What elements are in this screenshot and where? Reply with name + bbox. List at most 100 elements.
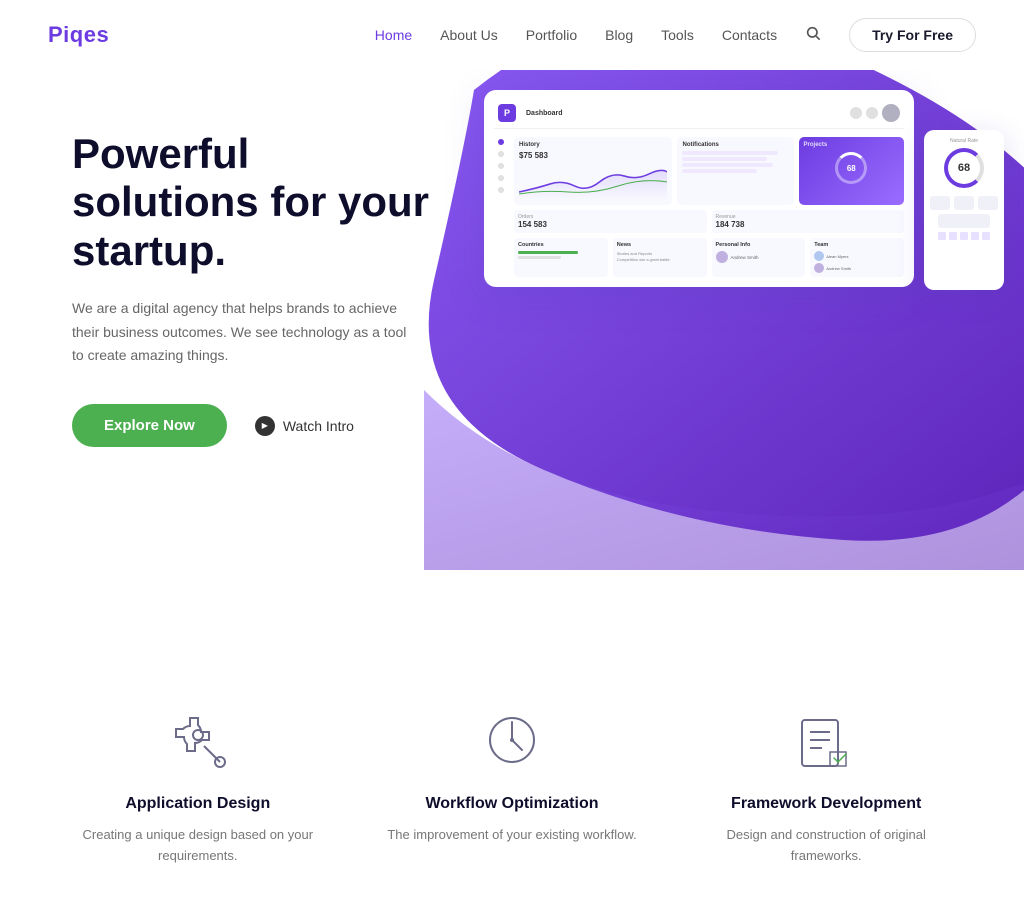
play-icon: ▶ <box>255 416 275 436</box>
dash-header: P Dashboard <box>494 100 904 129</box>
phone-gauge: 68 <box>944 148 984 188</box>
countries-label: Countries <box>518 242 604 248</box>
dashboard-title: Dashboard <box>526 110 563 117</box>
phone-mockup: Natural Rate 68 <box>924 130 1004 290</box>
feature-app-design: Application Design Creating a unique des… <box>68 705 328 867</box>
personal-card: Personal Info Andrew Smith <box>712 238 806 277</box>
sidebar-dot-1 <box>498 139 504 145</box>
stat2-val: 184 738 <box>716 220 901 229</box>
feature-workflow: Workflow Optimization The improvement of… <box>387 705 636 846</box>
notifications-card: Notifications <box>677 137 793 205</box>
team-card: Team Alean Myers Andrew Smith <box>810 238 904 277</box>
countries-card: Countries <box>514 238 608 277</box>
phone-icon-4 <box>971 232 979 240</box>
wave-divider <box>0 560 1024 645</box>
nav-portfolio[interactable]: Portfolio <box>526 27 577 43</box>
hero-subtitle: We are a digital agency that helps brand… <box>72 297 412 368</box>
hero-title: Powerful solutions for your startup. <box>72 130 440 275</box>
notif-item-1 <box>682 151 777 155</box>
bottom-cards: Countries News Stories and ReportsCompet… <box>514 238 904 277</box>
feature-title-framework: Framework Development <box>696 795 956 813</box>
history-card: History $75 583 <box>514 137 672 205</box>
stats-row: Orders 154 583 Revenue 184 738 <box>514 210 904 233</box>
dash-avatar <box>882 104 900 122</box>
laptop-mockup: P Dashboard <box>484 90 914 287</box>
sidebar-dot-5 <box>498 187 504 193</box>
sidebar-dot-2 <box>498 151 504 157</box>
main-nav: Home About Us Portfolio Blog Tools Conta… <box>375 18 976 52</box>
feature-framework: Framework Development Design and constru… <box>696 705 956 867</box>
history-amount: $75 583 <box>519 151 667 160</box>
notif-item-4 <box>682 169 756 173</box>
team-member-1: Alean Myers <box>814 251 900 261</box>
team-label: Team <box>814 242 900 248</box>
dash-logo: P <box>498 104 516 122</box>
nav-tools[interactable]: Tools <box>661 27 694 43</box>
phone-icon-3 <box>960 232 968 240</box>
notif-item-2 <box>682 157 767 161</box>
notif-list <box>682 151 788 173</box>
feature-desc-workflow: The improvement of your existing workflo… <box>387 825 636 846</box>
projects-card: Projects 68 <box>799 137 904 205</box>
stat1-val: 154 583 <box>518 220 703 229</box>
news-card: News Stories and ReportsCompetition win … <box>613 238 707 277</box>
phone-bottom-row <box>930 232 998 240</box>
sidebar-dot-4 <box>498 175 504 181</box>
nav-home[interactable]: Home <box>375 27 412 43</box>
workflow-icon <box>477 705 547 775</box>
nav-about[interactable]: About Us <box>440 27 498 43</box>
history-label: History <box>519 142 667 148</box>
notif-label: Notifications <box>682 142 788 148</box>
notif-item-3 <box>682 163 772 167</box>
hero-section: Powerful solutions for your startup. We … <box>0 70 1024 570</box>
features-section: Application Design Creating a unique des… <box>0 645 1024 907</box>
phone-box-1 <box>930 196 950 210</box>
framework-icon <box>791 705 861 775</box>
member1-name: Alean Myers <box>826 254 848 259</box>
country-bar-1 <box>518 251 578 254</box>
feature-desc-app-design: Creating a unique design based on your r… <box>68 825 328 867</box>
phone-box-3 <box>978 196 998 210</box>
dash-main: History $75 583 <box>514 137 904 277</box>
dash-icon1 <box>850 107 862 119</box>
hero-actions: Explore Now ▶ Watch Intro <box>72 404 440 447</box>
feature-desc-framework: Design and construction of original fram… <box>696 825 956 867</box>
dash-icon2 <box>866 107 878 119</box>
phone-boxes-row2 <box>930 214 998 228</box>
news-label: News <box>617 242 703 248</box>
nav-blog[interactable]: Blog <box>605 27 633 43</box>
phone-box-2 <box>954 196 974 210</box>
dash-top-row: History $75 583 <box>514 137 904 205</box>
watch-intro-button[interactable]: ▶ Watch Intro <box>255 416 354 436</box>
phone-icon-5 <box>982 232 990 240</box>
try-for-free-button[interactable]: Try For Free <box>849 18 976 52</box>
phone-icon-2 <box>949 232 957 240</box>
explore-now-button[interactable]: Explore Now <box>72 404 227 447</box>
news-content: Stories and ReportsCompetition win a gre… <box>617 251 703 263</box>
hero-content: Powerful solutions for your startup. We … <box>0 70 440 507</box>
projects-label: Projects <box>804 142 899 148</box>
country-bar-2 <box>518 256 561 259</box>
search-button[interactable] <box>805 25 821 46</box>
member2-avatar <box>814 263 824 273</box>
phone-label: Natural Rate <box>930 138 998 144</box>
history-chart <box>519 164 667 200</box>
dash-sidebar <box>494 137 508 277</box>
projects-circle: 68 <box>835 152 867 184</box>
logo-text: Piqes <box>48 22 109 47</box>
personal-label: Personal Info <box>716 242 802 248</box>
feature-title-app-design: Application Design <box>68 795 328 813</box>
nav-contacts[interactable]: Contacts <box>722 27 777 43</box>
personal-avatar <box>716 251 728 263</box>
stat-card-2: Revenue 184 738 <box>712 210 905 233</box>
dash-top-icons <box>850 104 900 122</box>
feature-title-workflow: Workflow Optimization <box>387 795 636 813</box>
phone-box-wide <box>938 214 990 228</box>
member1-avatar <box>814 251 824 261</box>
personal-info: Andrew Smith <box>716 251 802 263</box>
dash-body: History $75 583 <box>494 137 904 277</box>
personal-name: Andrew Smith <box>731 255 759 260</box>
stat-card-1: Orders 154 583 <box>514 210 707 233</box>
app-design-icon <box>163 705 233 775</box>
phone-icon-1 <box>938 232 946 240</box>
